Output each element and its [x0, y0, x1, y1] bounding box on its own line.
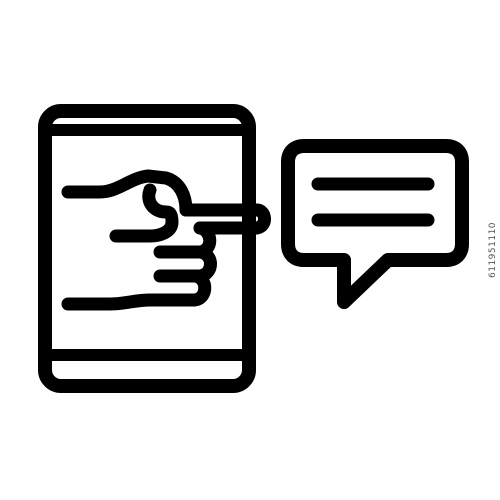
- tablet-icon: [38, 104, 256, 393]
- pointing-hand-icon: [61, 169, 271, 311]
- chat-bubble-icon: [281, 139, 469, 309]
- stock-image-id: 611951110: [488, 221, 498, 279]
- tablet-pointing-hand-chat-icon: [38, 104, 469, 393]
- icon-canvas: 611951110: [0, 0, 500, 500]
